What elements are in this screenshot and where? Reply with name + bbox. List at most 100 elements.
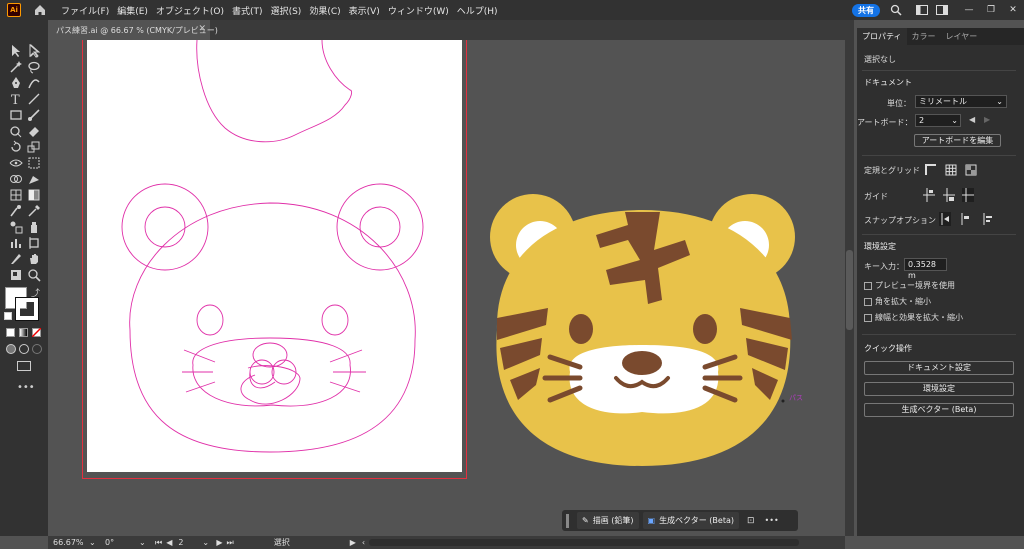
check-preview-bounds[interactable]: プレビュー境界を使用 xyxy=(864,280,955,291)
chevron-down-icon[interactable]: ⌄ xyxy=(89,538,101,547)
check-preview-bounds-label: プレビュー境界を使用 xyxy=(875,281,955,290)
left-ear-outer-path xyxy=(121,183,209,271)
whisker-right-3 xyxy=(329,381,361,393)
top-shape-path xyxy=(196,39,353,143)
status-arrow-icon[interactable]: ▶ xyxy=(350,538,356,547)
tab-color[interactable]: カラー xyxy=(907,28,941,45)
panel-tabs: プロパティ カラー レイヤー xyxy=(857,28,1024,45)
generative-vector-label: 生成ベクター (Beta) xyxy=(659,516,734,525)
checkbox[interactable] xyxy=(864,281,872,290)
artboard-value: 2 xyxy=(919,116,925,125)
chevron-down-icon: ⌄ xyxy=(951,116,958,125)
snap-pixel-icon[interactable] xyxy=(959,212,971,226)
artboard-number[interactable]: 2 xyxy=(178,538,202,547)
edit-artboards-button[interactable]: アートボードを編集 xyxy=(914,134,1001,147)
snap-point-icon[interactable] xyxy=(939,212,951,226)
snap-options-label: スナップオプション xyxy=(864,216,936,225)
generative-vector-button[interactable]: 生成ベクター (Beta) xyxy=(864,403,1014,417)
canvas-artwork xyxy=(121,39,795,466)
keyboard-increment-field[interactable]: 0.3528 m xyxy=(904,258,947,280)
generative-vector-task-button[interactable]: ▣ 生成ベクター (Beta) xyxy=(642,512,739,529)
divider xyxy=(862,155,1016,156)
prev-artboard-icon[interactable]: ◀ xyxy=(166,538,172,547)
left-ear-inner-path xyxy=(144,206,186,248)
last-artboard-icon[interactable]: ⏭ xyxy=(227,538,234,548)
current-tool-label: 選択 xyxy=(273,538,290,547)
unit-dropdown[interactable]: ミリメートル ⌄ xyxy=(915,95,1007,108)
ruler-icon[interactable] xyxy=(925,164,937,176)
selection-status: 選択なし xyxy=(864,55,896,64)
chevron-down-icon[interactable]: ⌄ xyxy=(202,538,212,547)
tab-layers[interactable]: レイヤー xyxy=(941,28,983,45)
right-eye-path xyxy=(321,304,349,336)
unit-label: 単位： xyxy=(887,99,911,108)
tiger-nose xyxy=(622,351,662,375)
grid-icon[interactable] xyxy=(945,164,957,176)
zoom-level[interactable]: 66.67% xyxy=(53,538,89,547)
rotation-value[interactable]: 0° xyxy=(105,538,139,547)
draw-pencil-button[interactable]: ✎ 描画 (鉛筆) xyxy=(577,512,639,529)
search-icon[interactable] xyxy=(890,4,902,16)
rulers-grids-label: 定規とグリッド xyxy=(864,166,920,175)
whisker-left-3 xyxy=(185,381,216,393)
artboard-number-field[interactable]: 2 ⌄ xyxy=(915,114,961,127)
check-scale-strokes-label: 線幅と効果を拡大・縮小 xyxy=(875,313,963,322)
scrollbar-thumb[interactable] xyxy=(846,250,853,330)
smart-guides-icon[interactable] xyxy=(962,188,974,202)
document-heading: ドキュメント xyxy=(864,78,912,87)
maximize-icon[interactable]: ❐ xyxy=(984,5,998,15)
left-eye-path xyxy=(196,304,224,336)
preferences-button[interactable]: 環境設定 xyxy=(864,382,1014,396)
head-path xyxy=(129,202,416,453)
whisker-left-1 xyxy=(183,349,216,363)
contextual-task-bar: ✎ 描画 (鉛筆) ▣ 生成ベクター (Beta) ⊡ ••• xyxy=(562,510,798,531)
mouth-right-path xyxy=(271,359,297,385)
pin-bar-icon[interactable]: ⊡ xyxy=(747,516,755,526)
checkbox[interactable] xyxy=(864,297,872,306)
check-scale-corners[interactable]: 角を拡大・縮小 xyxy=(864,296,931,307)
chevron-down-icon[interactable]: ⌄ xyxy=(139,538,151,547)
panel-icon[interactable] xyxy=(936,5,948,15)
chevron-down-icon: ⌄ xyxy=(996,97,1003,106)
guides-lock-icon[interactable] xyxy=(943,188,955,202)
divider xyxy=(862,334,1016,335)
prev-artboard-icon[interactable]: ◀ xyxy=(969,115,975,124)
draw-pencil-label: 描画 (鉛筆) xyxy=(592,516,634,525)
tiger-illustration xyxy=(490,194,795,466)
workspace-icon[interactable] xyxy=(916,5,928,15)
path-hover-label: パス xyxy=(789,394,803,402)
unit-value: ミリメートル xyxy=(919,97,967,106)
guides-label: ガイド xyxy=(864,192,888,201)
snap-glyph-icon[interactable] xyxy=(981,212,993,226)
next-artboard-icon[interactable]: ▶ xyxy=(216,538,222,547)
divider xyxy=(862,234,1016,235)
tab-properties[interactable]: プロパティ xyxy=(857,28,907,45)
horizontal-scrollbar[interactable] xyxy=(369,539,800,546)
right-ear-outer-path xyxy=(336,183,424,271)
scroll-left-icon[interactable]: ‹ xyxy=(362,538,365,547)
checkbox[interactable] xyxy=(864,313,872,322)
artboard-label: アートボード： xyxy=(857,118,913,127)
status-bar: 66.67% ⌄ 0° ⌄ ⏮ ◀ 2 ⌄ ▶ ⏭ 選択 ▶ ‹ xyxy=(48,536,845,549)
guides-show-icon[interactable] xyxy=(923,188,935,202)
document-setup-button[interactable]: ドキュメント設定 xyxy=(864,361,1014,375)
first-artboard-icon[interactable]: ⏮ xyxy=(155,538,162,548)
path-anchor-point xyxy=(781,399,785,403)
minimize-icon[interactable]: — xyxy=(962,5,976,15)
divider xyxy=(862,70,1016,71)
drag-handle[interactable] xyxy=(566,513,569,528)
mouth-left-path xyxy=(249,359,275,385)
preferences-heading: 環境設定 xyxy=(864,242,896,251)
pencil-icon: ✎ xyxy=(582,516,589,525)
quick-actions-heading: クイック操作 xyxy=(864,344,912,353)
share-button[interactable]: 共有 xyxy=(852,3,880,17)
next-artboard-icon[interactable]: ▶ xyxy=(984,115,990,124)
more-options-icon[interactable]: ••• xyxy=(765,516,779,525)
key-input-label: キー入力： xyxy=(864,262,904,271)
close-window-icon[interactable]: ✕ xyxy=(1006,5,1020,15)
canvas-vertical-scrollbar[interactable] xyxy=(845,40,854,536)
check-scale-strokes[interactable]: 線幅と効果を拡大・縮小 xyxy=(864,312,963,323)
whisker-right-1 xyxy=(329,349,363,363)
tiger-right-eye xyxy=(693,314,717,344)
transparency-grid-icon[interactable] xyxy=(965,164,977,176)
